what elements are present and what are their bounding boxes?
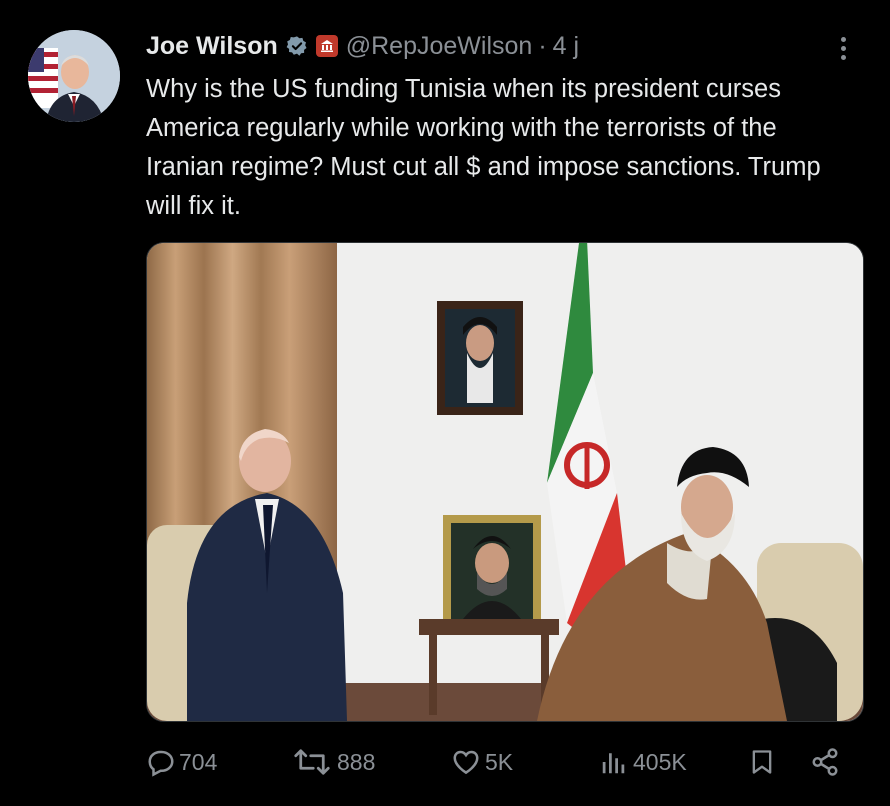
tweet-header: Joe Wilson @RepJoeWilson · 4 j: [146, 28, 579, 64]
repost-icon: [294, 749, 330, 775]
tweet-action-bar: 704 888 5K 405K: [146, 742, 846, 782]
verified-badge-icon: [286, 36, 307, 56]
heart-icon: [453, 750, 479, 775]
government-affiliation-icon: [315, 35, 338, 57]
views-count: 405K: [633, 748, 687, 775]
author-name[interactable]: Joe Wilson: [146, 32, 278, 61]
reply-icon: [148, 750, 174, 777]
like-count: 5K: [485, 748, 514, 775]
author-handle[interactable]: @RepJoeWilson: [346, 32, 533, 61]
repost-button[interactable]: 888: [290, 742, 375, 782]
photo-image: [147, 243, 863, 721]
share-button[interactable]: [810, 742, 840, 782]
tweet-text: Why is the US funding Tunisia when its p…: [146, 75, 821, 220]
meta-separator: ·: [538, 31, 547, 60]
avatar-image: [28, 30, 120, 122]
like-button[interactable]: 5K: [450, 742, 513, 782]
share-icon: [812, 748, 838, 776]
tweet-media-photo[interactable]: [146, 242, 864, 722]
more-options-icon[interactable]: [836, 34, 850, 66]
author-avatar[interactable]: [28, 30, 120, 122]
views-chart-icon: [602, 753, 625, 774]
bookmark-button[interactable]: [748, 742, 776, 782]
reply-button[interactable]: 704: [146, 742, 217, 782]
bookmark-icon: [752, 750, 772, 774]
views-button[interactable]: 405K: [598, 742, 687, 782]
reply-count: 704: [179, 748, 218, 775]
tweet-timestamp[interactable]: 4 j: [553, 32, 579, 61]
repost-count: 888: [337, 748, 376, 775]
